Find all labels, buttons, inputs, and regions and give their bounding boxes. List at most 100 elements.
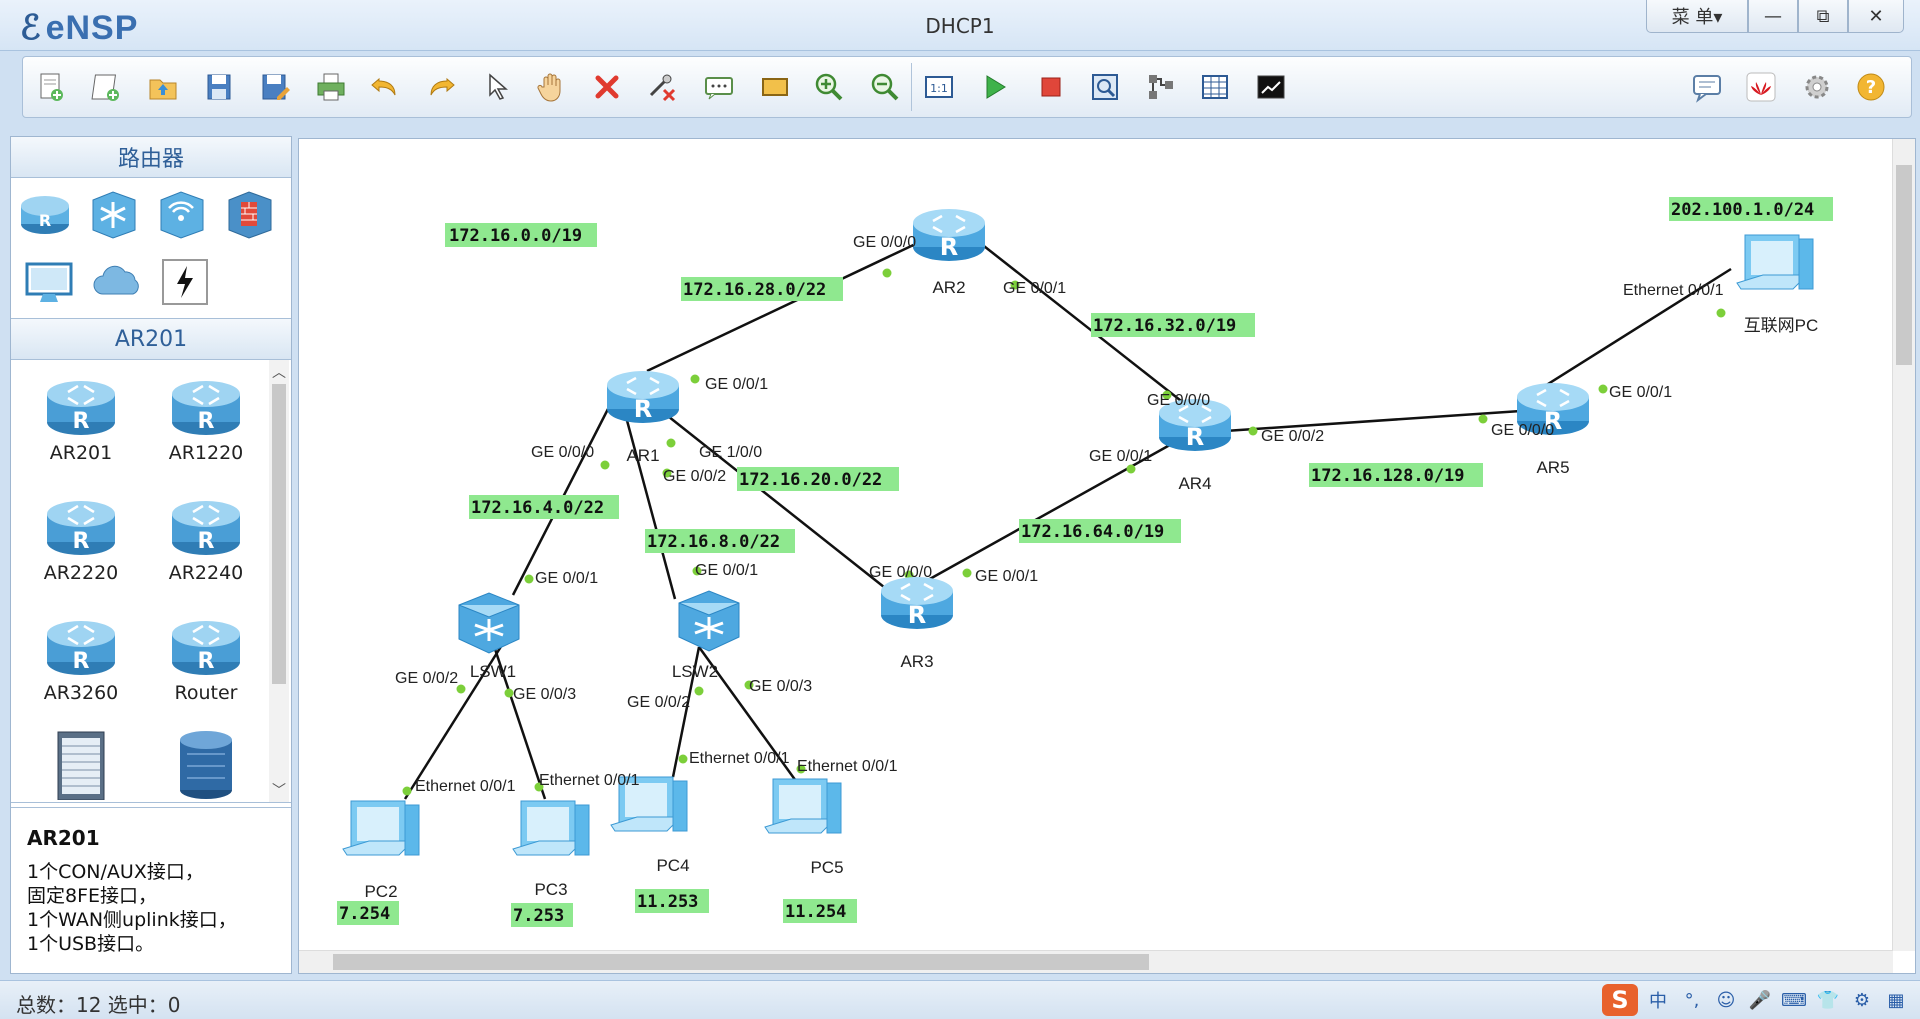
topology-svg[interactable]: R: [299, 139, 1893, 951]
huawei-icon[interactable]: [1741, 67, 1781, 107]
pc-pc5[interactable]: PC5: [764, 778, 844, 877]
help-icon[interactable]: ?: [1851, 67, 1891, 107]
canvas-hscroll-thumb[interactable]: [333, 954, 1149, 970]
delete-icon[interactable]: [587, 67, 627, 107]
stop-icon[interactable]: [1031, 67, 1071, 107]
ime-lang-toggle[interactable]: 中: [1644, 986, 1672, 1014]
ime-keyboard-icon[interactable]: ⌨: [1780, 986, 1808, 1014]
scroll-down-icon[interactable]: ﹀: [269, 780, 289, 800]
save-as-icon[interactable]: [255, 67, 295, 107]
select-icon[interactable]: [477, 67, 517, 107]
device-item-ar3260[interactable]: R AR3260: [21, 610, 141, 704]
save-icon[interactable]: [199, 67, 239, 107]
device-label: AR201: [49, 442, 113, 464]
port-label: GE 0/0/1: [535, 570, 598, 587]
svg-text:R: R: [73, 409, 90, 434]
host-label: 7.253: [513, 906, 564, 926]
canvas-horizontal-scrollbar[interactable]: [299, 950, 1893, 973]
device-name: AR2: [932, 278, 965, 297]
device-item-ar201[interactable]: R AR201: [21, 370, 141, 464]
switch-lsw1[interactable]: LSW1: [457, 591, 521, 681]
ime-menu-icon[interactable]: ▦: [1882, 986, 1910, 1014]
undo-icon[interactable]: [365, 67, 405, 107]
link-ar1-ar3[interactable]: [658, 408, 890, 592]
text-note-icon[interactable]: [699, 67, 739, 107]
network-label: 172.16.20.0/22: [739, 470, 882, 490]
device-item-router[interactable]: R Router: [146, 610, 266, 704]
device-name: LSW1: [470, 662, 516, 681]
print-icon[interactable]: [311, 67, 351, 107]
pc-pc3[interactable]: PC3: [512, 800, 590, 899]
minimize-button[interactable]: —: [1748, 0, 1798, 33]
topology-icon[interactable]: [1141, 67, 1181, 107]
new-example-icon[interactable]: [87, 67, 127, 107]
scroll-up-icon[interactable]: ︿: [269, 362, 289, 382]
close-button[interactable]: ✕: [1848, 0, 1904, 33]
router-ar2[interactable]: AR2: [911, 207, 987, 297]
open-icon[interactable]: [143, 67, 183, 107]
window-title: DHCP1: [925, 14, 995, 38]
ime-punct-icon[interactable]: °,: [1678, 986, 1706, 1014]
device-item-chassis[interactable]: [21, 730, 141, 802]
firewall-category-icon[interactable]: [221, 186, 277, 242]
new-topology-icon[interactable]: [31, 67, 71, 107]
cloud-category-icon[interactable]: [89, 254, 145, 310]
capture-icon[interactable]: [1085, 67, 1125, 107]
start-icon[interactable]: [975, 67, 1015, 107]
scroll-thumb[interactable]: [272, 384, 286, 684]
device-label: AR2240: [168, 562, 244, 584]
pan-hand-icon[interactable]: [531, 67, 571, 107]
ime-tools-icon[interactable]: ⚙: [1848, 986, 1876, 1014]
maximize-button[interactable]: ⧉: [1798, 0, 1848, 33]
chat-icon[interactable]: [1687, 67, 1727, 107]
device-name: AR4: [1178, 474, 1211, 493]
ime-voice-icon[interactable]: 🎤: [1746, 986, 1774, 1014]
port-label: GE 0/0/1: [705, 376, 768, 393]
svg-text:R: R: [198, 649, 215, 674]
fit-icon[interactable]: 1:1: [919, 67, 959, 107]
menu-button[interactable]: 菜 单▾: [1646, 0, 1748, 33]
pc-category-icon[interactable]: [21, 254, 77, 310]
router-ar3[interactable]: AR3: [879, 575, 955, 671]
cli-icon[interactable]: [1251, 67, 1291, 107]
link-category-icon[interactable]: [157, 254, 213, 310]
topology-canvas[interactable]: R: [298, 138, 1916, 974]
ime-skin-icon[interactable]: 👕: [1814, 986, 1842, 1014]
device-list-scrollbar[interactable]: ︿ ﹀: [269, 360, 289, 802]
ime-logo-icon[interactable]: S: [1602, 984, 1638, 1016]
device-name: PC2: [364, 882, 397, 901]
rectangle-icon[interactable]: [755, 67, 795, 107]
redo-icon[interactable]: [421, 67, 461, 107]
app-logo-text: eNSP: [45, 9, 139, 47]
device-item-ne-router[interactable]: [146, 730, 266, 802]
network-label: 202.100.1.0/24: [1671, 200, 1814, 220]
zoom-out-icon[interactable]: [865, 67, 905, 107]
switch-category-icon[interactable]: [85, 186, 141, 242]
network-label: 172.16.128.0/19: [1311, 466, 1465, 486]
settings-icon[interactable]: [1797, 67, 1837, 107]
canvas-vertical-scrollbar[interactable]: [1892, 139, 1915, 951]
pc-pc4[interactable]: PC4: [610, 776, 690, 875]
zoom-in-icon[interactable]: [809, 67, 849, 107]
device-description: AR201 1个CON/AUX接口， 固定8FE接口， 1个WAN侧uplink…: [11, 807, 291, 973]
delete-link-icon[interactable]: [643, 67, 683, 107]
port-label: GE 0/0/2: [395, 670, 458, 687]
port-label: GE 0/0/2: [627, 694, 690, 711]
device-item-ar2240[interactable]: R AR2240: [146, 490, 266, 584]
switch-lsw2[interactable]: LSW2: [672, 589, 741, 681]
router-category-icon[interactable]: R: [17, 186, 73, 242]
ime-emoji-icon[interactable]: ☺: [1712, 986, 1740, 1014]
svg-text:?: ?: [1866, 77, 1876, 98]
description-line: 1个CON/AUX接口，: [27, 861, 204, 883]
host-label: 11.253: [637, 892, 698, 912]
pc-internet[interactable]: 互联网PC: [1736, 234, 1818, 335]
device-item-ar1220[interactable]: R AR1220: [146, 370, 266, 464]
wlan-category-icon[interactable]: [153, 186, 209, 242]
device-item-ar2220[interactable]: R AR2220: [21, 490, 141, 584]
grid-icon[interactable]: [1195, 67, 1235, 107]
router-ar1[interactable]: AR1: [605, 369, 681, 465]
canvas-vscroll-thumb[interactable]: [1896, 165, 1912, 365]
router-ar4[interactable]: AR4: [1157, 397, 1233, 493]
port-label: GE 0/0/1: [1089, 448, 1152, 465]
pc-pc2[interactable]: PC2: [342, 800, 420, 901]
